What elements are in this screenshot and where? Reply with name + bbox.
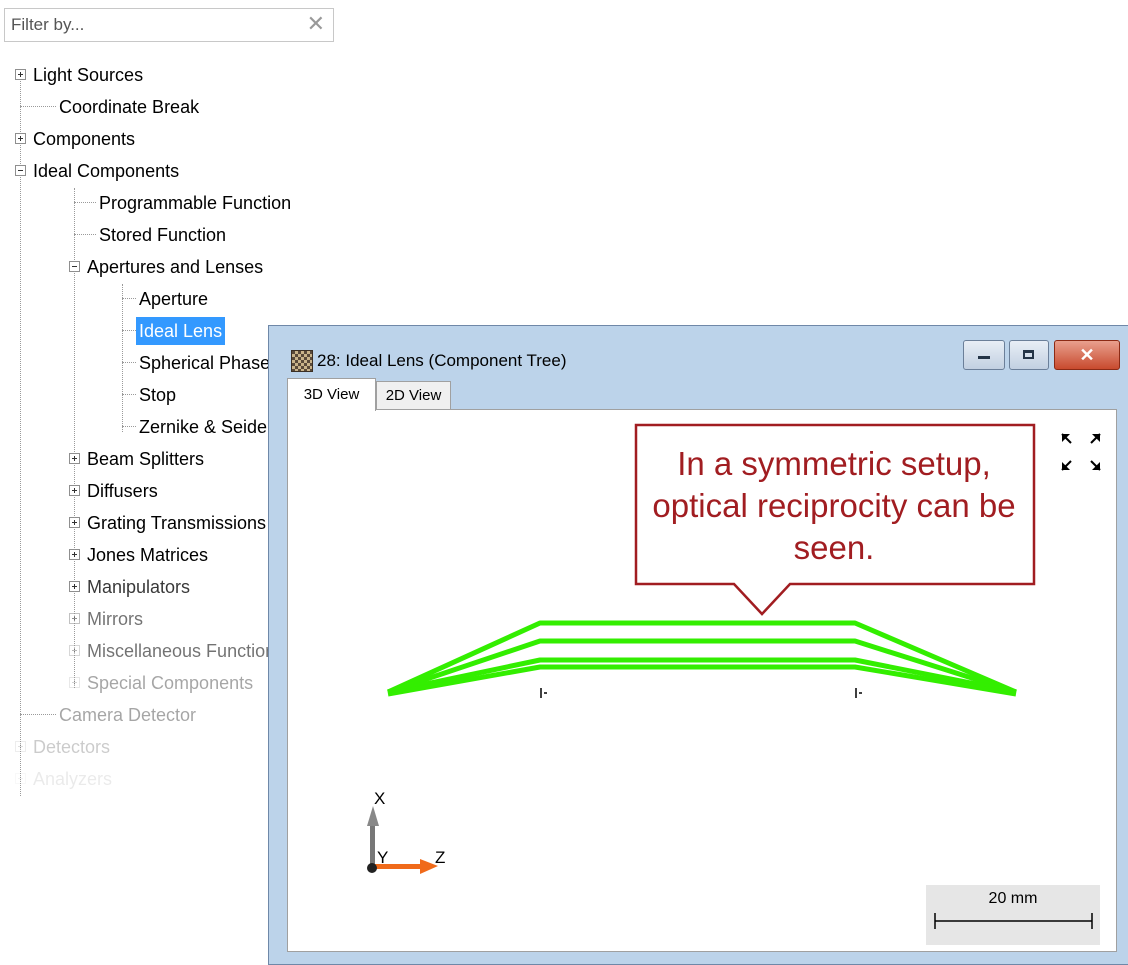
fullscreen-icon[interactable] — [1061, 433, 1101, 471]
callout-text: In a symmetric setup, optical reciprocit… — [652, 444, 1016, 566]
scalebar-label: 20 mm — [988, 890, 1038, 907]
axis-z-label: Z — [435, 848, 446, 867]
tab-3d-view[interactable]: 3D View — [287, 378, 376, 411]
ray-bundle — [386, 620, 1017, 697]
callout: In a symmetric setup, optical reciprocit… — [634, 423, 1038, 623]
lens-markers — [540, 688, 862, 698]
axis-y-label: Y — [377, 848, 389, 867]
axis-x-label: X — [374, 789, 386, 808]
